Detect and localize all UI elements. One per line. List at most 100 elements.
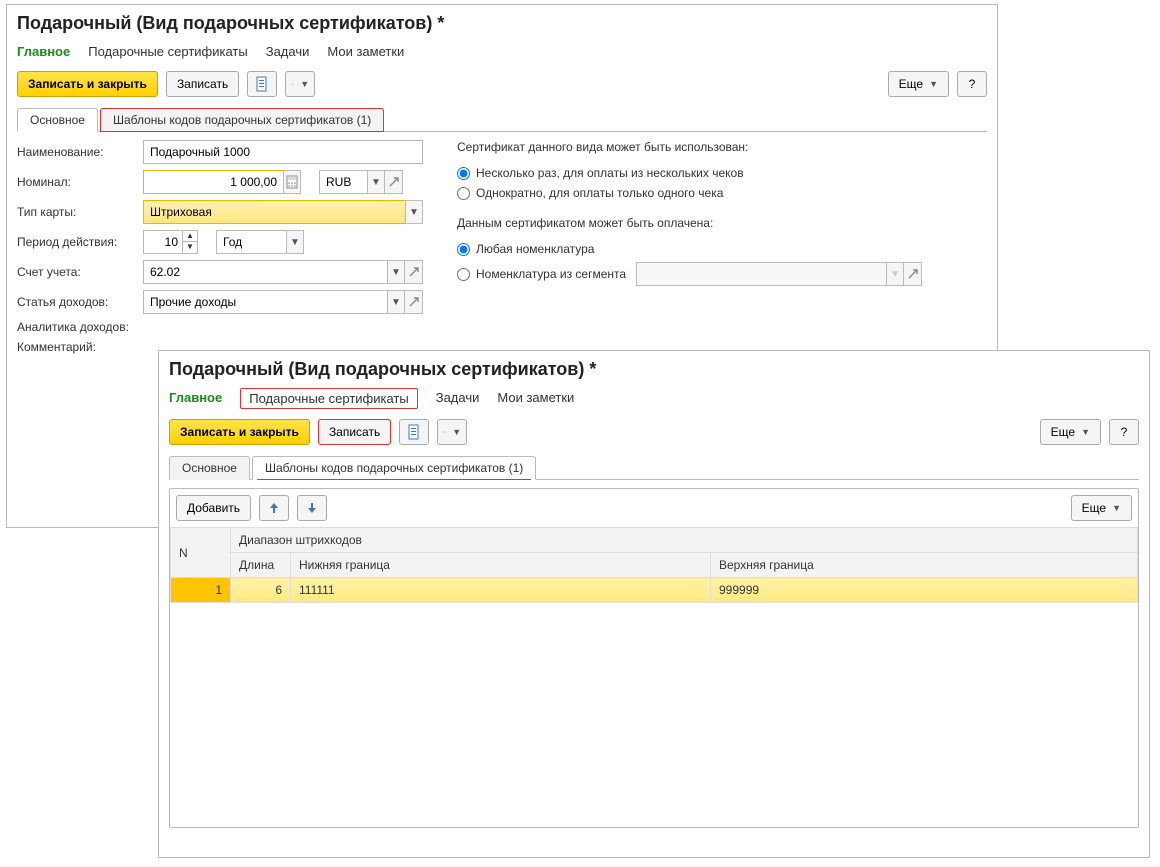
tab-main[interactable]: Основное bbox=[169, 456, 250, 480]
period-unit-input[interactable] bbox=[216, 230, 286, 254]
account-label: Счет учета: bbox=[17, 265, 137, 279]
nav-certs[interactable]: Подарочные сертификаты bbox=[88, 42, 247, 61]
toolbar: Записать и закрыть Записать ▼ Еще▼ ? bbox=[169, 419, 1139, 445]
cell-low: 111111 bbox=[291, 578, 711, 603]
attach-button[interactable]: ▼ bbox=[285, 71, 315, 97]
nav-certs[interactable]: Подарочные сертификаты bbox=[240, 388, 417, 409]
card-type-input[interactable] bbox=[143, 200, 405, 224]
radio-any-nomenclature[interactable]: Любая номенклатура bbox=[457, 242, 987, 256]
dropdown-button: ▼ bbox=[886, 262, 904, 286]
cell-high: 999999 bbox=[711, 578, 1138, 603]
dropdown-button[interactable]: ▼ bbox=[286, 230, 304, 254]
income-input[interactable] bbox=[143, 290, 387, 314]
document-icon bbox=[254, 76, 270, 92]
save-and-close-button[interactable]: Записать и закрыть bbox=[17, 71, 158, 97]
account-input[interactable] bbox=[143, 260, 387, 284]
analytics-label: Аналитика доходов: bbox=[17, 320, 137, 334]
table-row[interactable]: 1 6 111111 999999 bbox=[171, 578, 1138, 603]
nav-notes[interactable]: Мои заметки bbox=[497, 388, 574, 409]
card-type-label: Тип карты: bbox=[17, 205, 137, 219]
segment-input bbox=[636, 262, 886, 286]
period-label: Период действия: bbox=[17, 235, 137, 249]
report-button[interactable] bbox=[247, 71, 277, 97]
step-up[interactable]: ▲ bbox=[183, 231, 197, 242]
open-button[interactable] bbox=[405, 290, 423, 314]
chevron-down-icon: ▼ bbox=[1081, 427, 1090, 437]
chevron-down-icon: ▼ bbox=[452, 427, 461, 437]
more-button[interactable]: Еще▼ bbox=[888, 71, 949, 97]
report-button[interactable] bbox=[399, 419, 429, 445]
help-button[interactable]: ? bbox=[957, 71, 987, 97]
more-button[interactable]: Еще▼ bbox=[1040, 419, 1101, 445]
nav-main[interactable]: Главное bbox=[17, 42, 70, 61]
move-down-button[interactable] bbox=[297, 495, 327, 521]
tab-main[interactable]: Основное bbox=[17, 108, 98, 132]
external-icon bbox=[386, 174, 402, 190]
currency-input[interactable] bbox=[319, 170, 367, 194]
chevron-down-icon: ▼ bbox=[300, 79, 309, 89]
radio-multiple[interactable]: Несколько раз, для оплаты из нескольких … bbox=[457, 166, 987, 180]
radio-segment[interactable] bbox=[457, 268, 470, 281]
chevron-down-icon: ▼ bbox=[1112, 503, 1121, 513]
move-up-button[interactable] bbox=[259, 495, 289, 521]
arrow-down-icon bbox=[304, 500, 320, 516]
page-tabs: Основное Шаблоны кодов подарочных сертиф… bbox=[169, 455, 1139, 480]
nav-tasks[interactable]: Задачи bbox=[436, 388, 480, 409]
col-low: Нижняя граница bbox=[291, 553, 711, 578]
window-title: Подарочный (Вид подарочных сертификатов)… bbox=[17, 13, 987, 34]
dropdown-button[interactable]: ▼ bbox=[387, 290, 405, 314]
attachment-icon bbox=[291, 76, 294, 92]
dropdown-button[interactable]: ▼ bbox=[405, 200, 423, 224]
nav-tasks[interactable]: Задачи bbox=[266, 42, 310, 61]
pay-section-label: Данным сертификатом может быть оплачена: bbox=[457, 216, 987, 230]
tab-templates[interactable]: Шаблоны кодов подарочных сертификатов (1… bbox=[252, 456, 536, 480]
external-icon bbox=[905, 266, 921, 282]
attachment-icon bbox=[443, 424, 446, 440]
page-tabs: Основное Шаблоны кодов подарочных сертиф… bbox=[17, 107, 987, 132]
radio-once[interactable]: Однократно, для оплаты только одного чек… bbox=[457, 186, 987, 200]
window-title: Подарочный (Вид подарочных сертификатов)… bbox=[169, 359, 1139, 380]
arrow-up-icon bbox=[266, 500, 282, 516]
open-button[interactable] bbox=[385, 170, 403, 194]
col-range: Диапазон штрихкодов bbox=[231, 528, 1138, 553]
cell-len: 6 bbox=[231, 578, 291, 603]
dropdown-button[interactable]: ▼ bbox=[367, 170, 385, 194]
open-button[interactable] bbox=[405, 260, 423, 284]
table-container: Добавить Еще▼ N Диапазон штрихкодов Длин… bbox=[169, 488, 1139, 828]
period-stepper[interactable]: ▲▼ bbox=[143, 230, 198, 254]
open-button[interactable] bbox=[904, 262, 922, 286]
document-icon bbox=[406, 424, 422, 440]
external-icon bbox=[406, 294, 422, 310]
table-more-button[interactable]: Еще▼ bbox=[1071, 495, 1132, 521]
col-len: Длина bbox=[231, 553, 291, 578]
chevron-down-icon: ▼ bbox=[929, 79, 938, 89]
toolbar: Записать и закрыть Записать ▼ Еще▼ ? bbox=[17, 71, 987, 97]
attach-button[interactable]: ▼ bbox=[437, 419, 467, 445]
nominal-label: Номинал: bbox=[17, 175, 137, 189]
tab-templates[interactable]: Шаблоны кодов подарочных сертификатов (1… bbox=[100, 108, 384, 132]
col-n: N bbox=[171, 528, 231, 578]
name-input[interactable] bbox=[143, 140, 423, 164]
dropdown-button[interactable]: ▼ bbox=[387, 260, 405, 284]
usage-section-label: Сертификат данного вида может быть испол… bbox=[457, 140, 987, 154]
save-button[interactable]: Записать bbox=[318, 419, 391, 445]
save-and-close-button[interactable]: Записать и закрыть bbox=[169, 419, 310, 445]
nav-main[interactable]: Главное bbox=[169, 388, 222, 409]
nav-notes[interactable]: Мои заметки bbox=[327, 42, 404, 61]
segment-label: Номенклатура из сегмента bbox=[476, 267, 626, 281]
nominal-input[interactable] bbox=[143, 170, 283, 194]
external-icon bbox=[406, 264, 422, 280]
add-button[interactable]: Добавить bbox=[176, 495, 251, 521]
barcode-table[interactable]: N Диапазон штрихкодов Длина Нижняя грани… bbox=[170, 527, 1138, 603]
step-down[interactable]: ▼ bbox=[183, 242, 197, 253]
comment-label: Комментарий: bbox=[17, 340, 137, 354]
income-label: Статья доходов: bbox=[17, 295, 137, 309]
nav-tabs: Главное Подарочные сертификаты Задачи Мо… bbox=[17, 42, 987, 61]
col-high: Верхняя граница bbox=[711, 553, 1138, 578]
calculator-icon bbox=[284, 174, 300, 190]
calculator-icon[interactable] bbox=[283, 170, 301, 194]
help-button[interactable]: ? bbox=[1109, 419, 1139, 445]
save-button[interactable]: Записать bbox=[166, 71, 239, 97]
nav-tabs: Главное Подарочные сертификаты Задачи Мо… bbox=[169, 388, 1139, 409]
period-input[interactable] bbox=[143, 230, 183, 254]
